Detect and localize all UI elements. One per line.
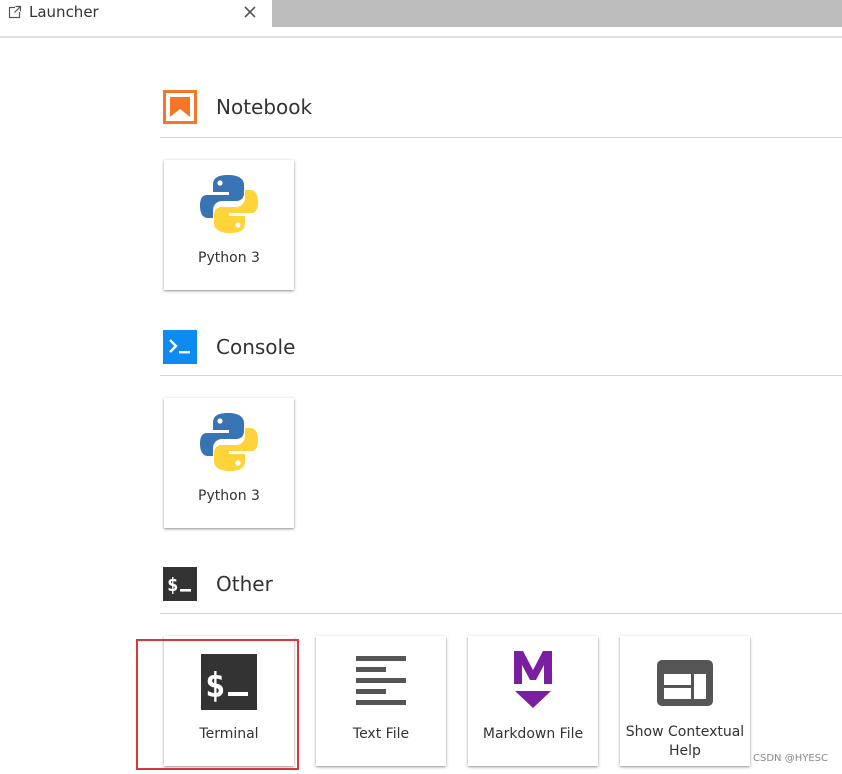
markdown-file-card[interactable]: Markdown File bbox=[468, 636, 598, 766]
card-label: Terminal bbox=[199, 726, 259, 742]
other-section-divider bbox=[160, 613, 842, 614]
contextual-help-icon bbox=[657, 660, 713, 706]
notebook-section-title: Notebook bbox=[216, 95, 313, 119]
python-logo-icon bbox=[200, 413, 258, 471]
console-icon bbox=[163, 330, 197, 364]
text-file-card[interactable]: Text File bbox=[316, 636, 446, 766]
terminal-card[interactable]: $ Terminal bbox=[164, 636, 294, 766]
console-section-title: Console bbox=[216, 335, 296, 359]
python-logo-icon bbox=[200, 175, 258, 233]
notebook-section-divider bbox=[160, 137, 842, 138]
card-label: Markdown File bbox=[482, 726, 584, 742]
markdown-icon bbox=[514, 651, 552, 708]
svg-text:$: $ bbox=[167, 574, 178, 596]
launch-icon bbox=[8, 5, 22, 19]
console-section-divider bbox=[160, 375, 842, 376]
terminal-icon: $ bbox=[201, 654, 257, 710]
tab-divider bbox=[0, 36, 842, 38]
notebook-icon bbox=[163, 90, 197, 124]
text-file-icon bbox=[356, 656, 406, 705]
close-icon[interactable] bbox=[240, 2, 260, 22]
show-contextual-help-card[interactable]: Show Contextual Help bbox=[620, 636, 750, 766]
card-label: Python 3 bbox=[198, 488, 260, 504]
card-label: Show Contextual Help bbox=[625, 724, 745, 759]
console-python3-card[interactable]: Python 3 bbox=[164, 398, 294, 528]
svg-text:$: $ bbox=[205, 666, 225, 706]
notebook-python3-card[interactable]: Python 3 bbox=[164, 160, 294, 290]
card-label: Python 3 bbox=[198, 250, 260, 266]
launcher-tab[interactable]: Launcher bbox=[0, 0, 272, 27]
tab-bar: Launcher bbox=[0, 0, 842, 27]
terminal-icon: $ bbox=[163, 567, 197, 601]
watermark: CSDN @HYESC bbox=[753, 753, 828, 764]
other-section-title: Other bbox=[216, 572, 273, 596]
tab-title: Launcher bbox=[29, 3, 99, 21]
card-label: Text File bbox=[352, 726, 410, 742]
